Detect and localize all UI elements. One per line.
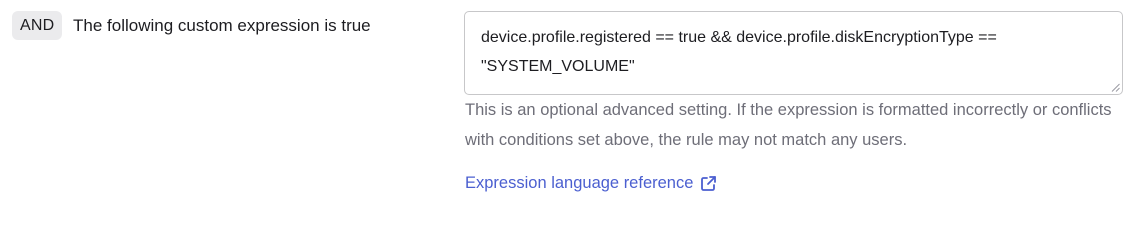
custom-expression-condition-row: AND The following custom expression is t… — [0, 0, 1142, 239]
expression-field[interactable] — [464, 11, 1123, 95]
reference-link-label: Expression language reference — [465, 174, 694, 192]
help-text: This is an optional advanced setting. If… — [465, 101, 1112, 149]
resize-handle-icon[interactable] — [1111, 83, 1120, 92]
condition-label: The following custom expression is true — [73, 16, 371, 35]
operator-badge: AND — [12, 11, 63, 40]
external-link-icon — [701, 175, 717, 191]
expression-textarea[interactable] — [465, 12, 1122, 94]
expression-language-reference-link[interactable]: Expression language reference — [465, 168, 717, 198]
